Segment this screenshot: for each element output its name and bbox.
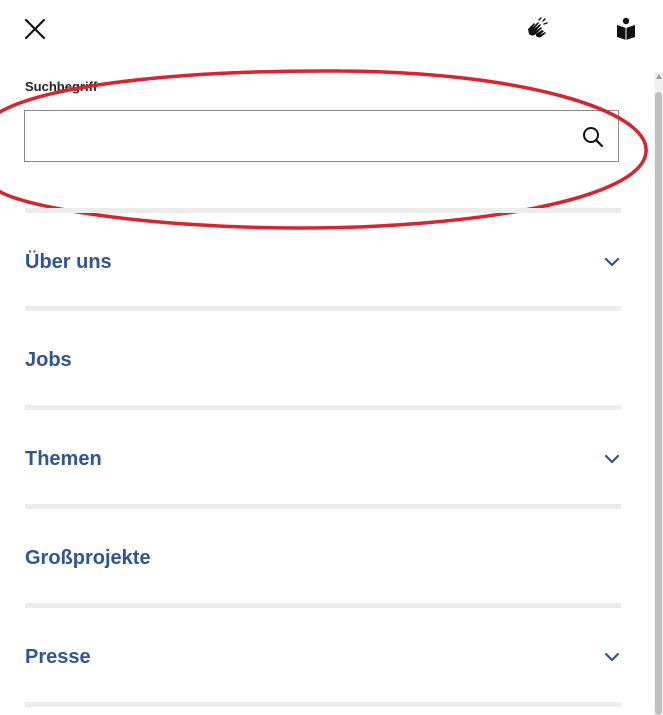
- sign-language-button[interactable]: [524, 14, 552, 42]
- scrollbar-thumb[interactable]: [655, 92, 662, 715]
- divider: [25, 504, 621, 509]
- close-menu-button[interactable]: [20, 14, 50, 44]
- search-field[interactable]: [24, 110, 619, 162]
- scroll-up-arrow-icon[interactable]: [656, 74, 662, 79]
- divider: [25, 702, 621, 707]
- easy-language-icon: [617, 17, 635, 40]
- nav-item-label: Über uns: [25, 250, 112, 273]
- chevron-down-icon[interactable]: [603, 450, 621, 468]
- search-icon[interactable]: [582, 126, 604, 148]
- search-label: Suchbegriff: [25, 79, 98, 94]
- sign-language-icon: [528, 17, 548, 38]
- nav-item-label: Großprojekte: [25, 546, 151, 569]
- chevron-down-icon[interactable]: [603, 648, 621, 666]
- nav-item-grossprojekte[interactable]: Großprojekte: [25, 538, 621, 578]
- nav-item-label: Presse: [25, 645, 91, 668]
- divider: [25, 306, 621, 311]
- divider: [25, 603, 621, 608]
- easy-language-button[interactable]: [612, 14, 640, 42]
- search-input[interactable]: [25, 111, 565, 161]
- close-icon: [24, 18, 46, 40]
- nav-item-ueber-uns[interactable]: Über uns: [25, 242, 621, 282]
- nav-item-jobs[interactable]: Jobs: [25, 340, 621, 380]
- nav-item-presse[interactable]: Presse: [25, 637, 621, 677]
- chevron-down-icon[interactable]: [603, 253, 621, 271]
- nav-item-label: Themen: [25, 447, 102, 470]
- divider: [25, 208, 621, 213]
- nav-item-label: Jobs: [25, 348, 72, 371]
- nav-item-themen[interactable]: Themen: [25, 439, 621, 479]
- divider: [25, 405, 621, 410]
